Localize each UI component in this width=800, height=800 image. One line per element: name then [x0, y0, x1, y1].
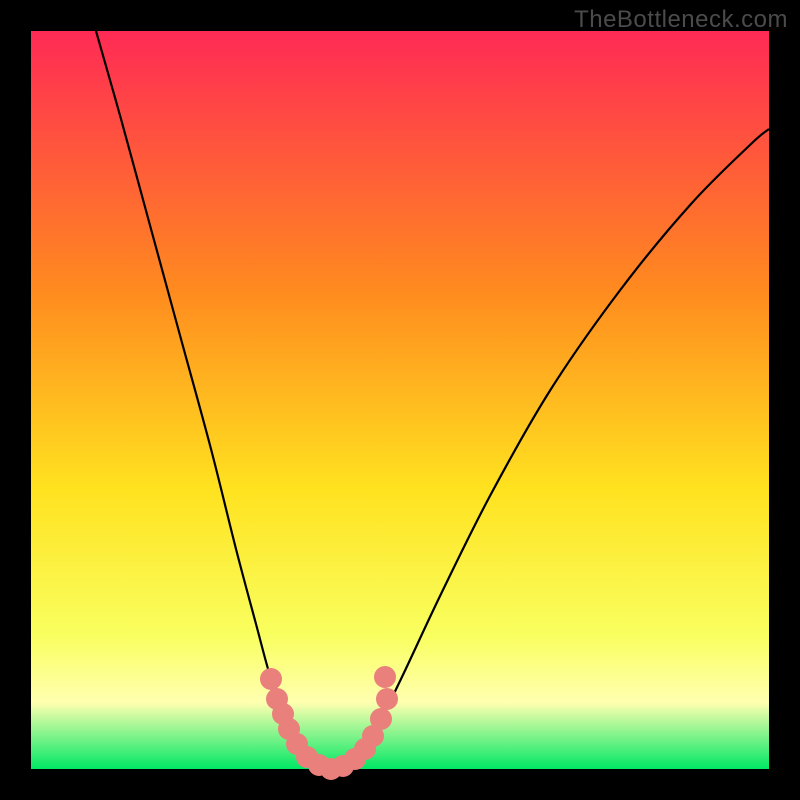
highlight-dot — [370, 708, 392, 730]
highlight-dot — [376, 688, 398, 710]
watermark-text: TheBottleneck.com — [574, 6, 788, 34]
highlight-dot — [260, 668, 282, 690]
highlight-dot — [374, 666, 396, 688]
chart-stage: TheBottleneck.com — [0, 0, 800, 800]
plot-background — [31, 31, 769, 769]
bottleneck-chart — [0, 0, 800, 800]
